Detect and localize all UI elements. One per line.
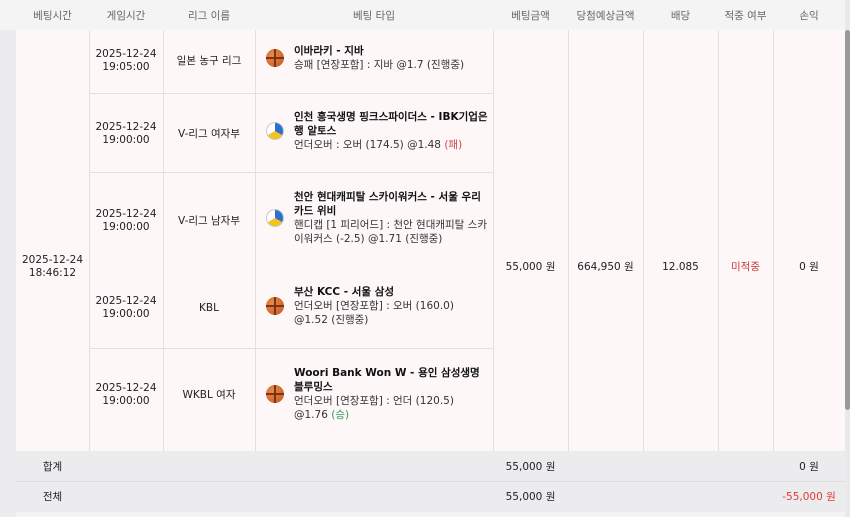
bet-clock: 18:46:12	[28, 267, 77, 279]
total-label: 전체	[42, 490, 63, 503]
bet-row-3: 천안 현대캐피탈 스카이워커스 - 서울 우리카드 위비 핸디캡 [1 피리어드…	[266, 190, 489, 246]
expected-win-amount: 664,950 원	[577, 260, 634, 273]
bet-row-4: 부산 KCC - 서울 삼성 언더오버 [연장포함] : 오버 (160.0) …	[266, 285, 489, 327]
bet-row-5: Woori Bank Won W - 용인 삼성생명 블루밍스 언더오버 [연장…	[266, 366, 489, 422]
basketball-icon	[266, 385, 284, 403]
header-expected-win: 당첨예상금액	[576, 9, 635, 22]
subtotal-amount: 55,000 원	[505, 460, 556, 473]
bet-row-1: 이바라키 - 지바 승패 [연장포함] : 지바 @1.7 (진행중)	[266, 44, 489, 72]
league-4: KBL	[199, 301, 219, 314]
bet-time-cell: 2025-12-24 18:46:12	[16, 252, 89, 282]
match-title: 인천 흥국생명 핑크스파이더스 - IBK기업은행 알토스	[294, 111, 488, 137]
basketball-icon	[266, 49, 284, 67]
header-game-time: 게임시간	[106, 9, 146, 22]
subtotal-row	[16, 451, 845, 481]
header-bet-type: 베팅 타입	[353, 9, 395, 22]
header-bet-amount: 베팅금액	[511, 9, 550, 22]
game-time-4: 2025-12-24 19:00:00	[95, 295, 157, 320]
game-time-3: 2025-12-24 19:00:00	[95, 208, 157, 233]
match-title: Woori Bank Won W - 용인 삼성생명 블루밍스	[294, 367, 480, 393]
bet-selection: 핸디캡 [1 피리어드] : 천안 현대캐피탈 스카이워커스 (-2.5) @1…	[294, 219, 487, 245]
bet-selection: 언더오버 [연장포함] : 오버 (160.0) @1.52 (진행중)	[294, 300, 454, 326]
profit-value: 0 원	[799, 260, 819, 273]
total-profit: -55,000 원	[782, 490, 836, 503]
bet-selection: 언더오버 : 오버 (174.5) @1.48 (패)	[294, 139, 463, 151]
subtotal-label: 합계	[42, 460, 63, 473]
header-profit: 손익	[799, 9, 819, 22]
league-3: V-리그 남자부	[178, 214, 240, 227]
result-badge: (진행중)	[426, 59, 465, 71]
result-badge: (진행중)	[405, 233, 443, 245]
game-time-1: 2025-12-24 19:05:00	[95, 48, 157, 73]
volleyball-icon	[266, 209, 284, 227]
league-2: V-리그 여자부	[178, 127, 240, 140]
left-gutter	[0, 0, 16, 517]
volleyball-icon	[266, 122, 284, 140]
header-league: 리그 이름	[188, 9, 230, 22]
basketball-icon	[266, 297, 284, 315]
bet-selection: 언더오버 [연장포함] : 언더 (120.5) @1.76 (승)	[294, 395, 454, 421]
match-title: 천안 현대캐피탈 스카이워커스 - 서울 우리카드 위비	[294, 191, 481, 217]
scrollbar-thumb[interactable]	[845, 30, 850, 410]
result-badge: (진행중)	[331, 314, 369, 326]
hit-status: 미적중	[731, 260, 760, 273]
game-time-5: 2025-12-24 19:00:00	[95, 382, 157, 407]
league-5: WKBL 여자	[182, 388, 236, 401]
match-title: 이바라키 - 지바	[294, 45, 364, 57]
total-row	[16, 482, 845, 512]
header-hit: 적중 여부	[724, 9, 767, 22]
bet-selection: 승패 [연장포함] : 지바 @1.7 (진행중)	[294, 59, 465, 71]
bet-date: 2025-12-24	[21, 254, 84, 266]
subtotal-profit: 0 원	[799, 460, 819, 473]
bet-row-2: 인천 흥국생명 핑크스파이더스 - IBK기업은행 알토스 언더오버 : 오버 …	[266, 110, 489, 152]
result-badge: (승)	[331, 409, 350, 421]
header-bet-time: 베팅시간	[33, 9, 72, 22]
bet-amount: 55,000 원	[505, 260, 556, 273]
league-1: 일본 농구 리그	[176, 54, 242, 67]
match-title: 부산 KCC - 서울 삼성	[294, 286, 395, 298]
result-badge: (패)	[444, 139, 463, 151]
odds-value: 12.085	[662, 260, 699, 273]
bet-history-panel: 베팅시간 게임시간 리그 이름 베팅 타입 베팅금액 당첨예상금액 배당 적중 …	[0, 0, 850, 517]
header-odds: 배당	[670, 9, 691, 22]
game-time-2: 2025-12-24 19:00:00	[95, 121, 157, 146]
total-amount: 55,000 원	[505, 490, 556, 503]
